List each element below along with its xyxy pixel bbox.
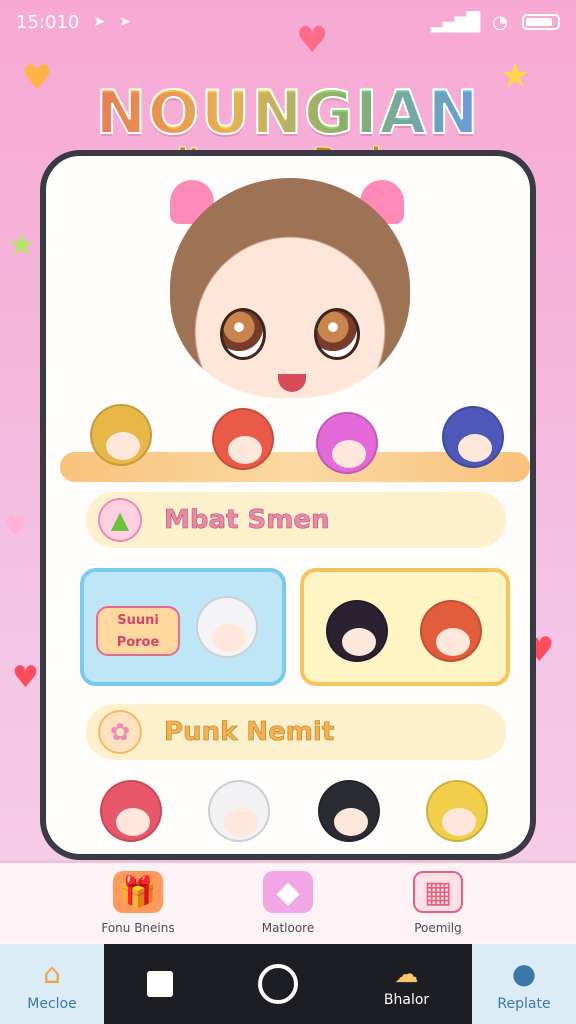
nav-profile-label: Replate <box>497 995 551 1012</box>
gem-icon: ◆ <box>263 871 313 913</box>
recents-button[interactable] <box>146 971 173 997</box>
nav-app-label: Bhalor <box>383 992 430 1008</box>
chibi-character <box>196 596 258 658</box>
triangle-icon: ▲ <box>98 498 142 542</box>
signal-icon: ▂▄▆█ <box>430 11 480 33</box>
heart-icon: ♥ <box>296 20 329 61</box>
navigation-arrow-icon: ➤ <box>119 14 131 30</box>
chibi-character[interactable] <box>212 408 274 470</box>
hero-illustration <box>60 162 530 482</box>
nav-home[interactable]: ⌂ Mecloe <box>0 944 104 1024</box>
menu-item-2[interactable]: ✿ Punk Nemit <box>86 704 506 760</box>
app-shortcut-2[interactable]: ◆ Matloore <box>233 871 343 944</box>
nav-app[interactable]: ☁ Bhalor <box>384 960 429 1008</box>
person-icon: ● <box>511 956 537 990</box>
app-shortcut-1-label: Fonu Bneins <box>101 921 175 935</box>
battery-icon <box>522 14 560 30</box>
menu-item-1[interactable]: ▲ Mbat Smen <box>86 492 506 548</box>
status-bar: 15:010 ➤ ➤ ▂▄▆█ ◔ <box>0 0 576 44</box>
tablet-icon: ▦ <box>413 871 463 913</box>
menu-item-2-label: Punk Nemit <box>164 717 335 748</box>
menu-item-1-label: Mbat Smen <box>164 505 330 536</box>
cloud-icon: ☁ <box>394 960 419 988</box>
app-shortcut-bar: 🎁 Fonu Bneins ◆ Matloore ▦ Poemilg <box>0 860 576 944</box>
chibi-character[interactable] <box>442 406 504 468</box>
nav-home-label: Mecloe <box>27 995 77 1012</box>
chibi-character <box>326 600 388 662</box>
navigation-bar: ⌂ Mecloe ☁ Bhalor ● Replate <box>0 944 576 1024</box>
chibi-character[interactable] <box>318 780 380 842</box>
location-arrow-icon: ➤ <box>93 14 106 30</box>
speech-bubble: Suuni Poroe <box>96 606 180 656</box>
star-decoration-icon: ★ <box>8 228 35 263</box>
app-shortcut-3[interactable]: ▦ Poemilg <box>383 871 493 944</box>
app-shortcut-1[interactable]: 🎁 Fonu Bneins <box>83 871 193 944</box>
home-icon: ⌂ <box>43 956 61 990</box>
system-nav: ☁ Bhalor <box>104 944 472 1024</box>
character-eye <box>220 308 266 360</box>
main-card: ▲ Mbat Smen Suuni Poroe ✿ Punk Nemit <box>40 150 536 860</box>
hero-character <box>170 178 410 398</box>
wifi-icon: ◔ <box>492 11 508 33</box>
character-mouth <box>278 374 306 392</box>
app-shortcut-2-label: Matloore <box>261 921 315 935</box>
title-main: NOUNGIAN <box>0 77 576 149</box>
app-shortcut-3-label: Poemilg <box>414 921 462 935</box>
chibi-character[interactable] <box>100 780 162 842</box>
chibi-character[interactable] <box>316 412 378 474</box>
feature-tile-chat[interactable]: Suuni Poroe <box>80 568 286 686</box>
chibi-character[interactable] <box>426 780 488 842</box>
feature-tile-friends[interactable] <box>300 568 510 686</box>
home-button[interactable] <box>258 964 299 1004</box>
chibi-character <box>420 600 482 662</box>
status-time: 15:010 <box>16 11 80 33</box>
flower-icon: ✿ <box>98 710 142 754</box>
gift-icon: 🎁 <box>113 871 163 913</box>
nav-profile[interactable]: ● Replate <box>472 944 576 1024</box>
heart-decoration-icon: ♥ <box>12 660 39 695</box>
chibi-character[interactable] <box>90 404 152 466</box>
character-eye <box>314 308 360 360</box>
heart-decoration-icon: ♥ <box>4 512 28 542</box>
chibi-character[interactable] <box>208 780 270 842</box>
